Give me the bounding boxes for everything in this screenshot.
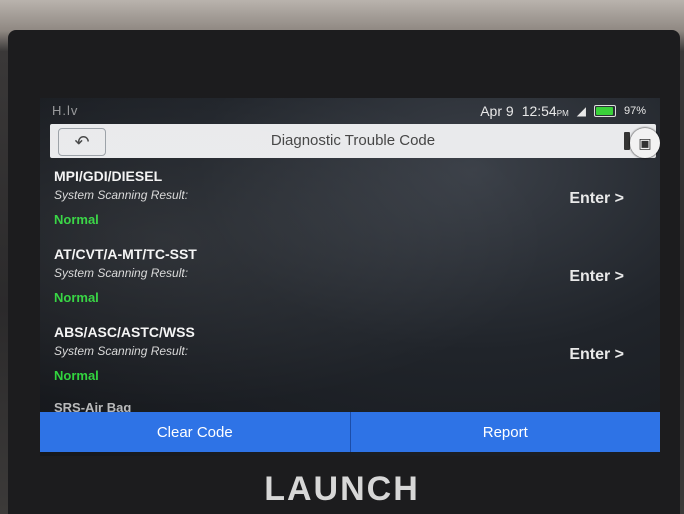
system-status: Normal xyxy=(54,290,99,305)
wifi-icon: ◢ xyxy=(576,104,586,118)
system-subtitle: System Scanning Result: xyxy=(54,344,189,358)
enter-button[interactable]: Enter > xyxy=(569,268,624,286)
system-name: AT/CVT/A-MT/TC-SST xyxy=(54,246,197,262)
status-date: Apr 9 xyxy=(480,103,514,119)
page-title: Diagnostic Trouble Code xyxy=(270,132,436,149)
system-name: MPI/GDI/DIESEL xyxy=(54,168,163,184)
status-left-text: H.lv xyxy=(52,103,79,118)
enter-button[interactable]: Enter > xyxy=(569,346,624,364)
system-subtitle: System Scanning Result: xyxy=(54,188,189,202)
system-item[interactable]: MPI/GDI/DIESEL System Scanning Result: N… xyxy=(54,168,654,244)
clear-code-button[interactable]: Clear Code xyxy=(40,412,350,452)
status-time: 12:54PM xyxy=(522,103,569,119)
app-bar: ↶ Diagnostic Trouble Code ▣ xyxy=(50,124,660,158)
system-status: Normal xyxy=(54,212,99,227)
battery-icon xyxy=(593,105,616,117)
camera-icon: ▣ xyxy=(638,134,652,151)
status-ampm: PM xyxy=(556,109,569,118)
report-button[interactable]: Report xyxy=(349,412,661,452)
status-bar: H.lv Apr 9 12:54PM ◢ 97% xyxy=(40,98,660,122)
system-subtitle: System Scanning Result: xyxy=(54,266,189,280)
brand-logo: LAUNCH xyxy=(264,470,420,508)
status-time-value: 12:54 xyxy=(521,103,557,119)
system-status: Normal xyxy=(54,368,99,383)
screenshot-button[interactable]: ▣ xyxy=(630,128,660,158)
battery-fill xyxy=(595,107,614,115)
enter-button[interactable]: Enter > xyxy=(569,190,624,208)
system-item[interactable]: ABS/ASC/ASTC/WSS System Scanning Result:… xyxy=(54,324,654,400)
system-name: ABS/ASC/ASTC/WSS xyxy=(54,324,195,340)
system-item[interactable]: AT/CVT/A-MT/TC-SST System Scanning Resul… xyxy=(54,246,654,322)
action-bar: Clear Code Report xyxy=(40,412,660,452)
battery-level: 97% xyxy=(623,105,646,117)
status-right-group: Apr 9 12:54PM ◢ 97% xyxy=(480,103,646,119)
device-screen: H.lv Apr 9 12:54PM ◢ 97% ↶ Diagnostic Tr… xyxy=(40,98,660,456)
